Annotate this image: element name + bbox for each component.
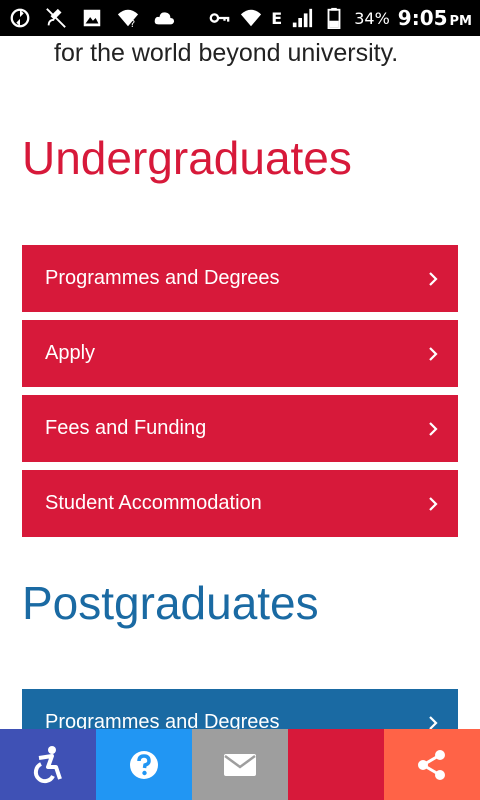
chevron-right-icon bbox=[429, 271, 438, 286]
chevron-right-icon bbox=[429, 421, 438, 436]
sync-icon bbox=[8, 6, 32, 30]
undergraduates-heading: Undergraduates bbox=[22, 132, 352, 184]
satellite-off-icon bbox=[44, 6, 68, 30]
blank-share-button[interactable] bbox=[288, 729, 384, 800]
link-label: Programmes and Degrees bbox=[45, 267, 280, 289]
vpn-key-icon bbox=[207, 6, 231, 30]
postgraduates-heading: Postgraduates bbox=[22, 577, 319, 629]
ug-fees-and-funding-link[interactable]: Fees and Funding bbox=[22, 395, 458, 462]
ug-student-accommodation-link[interactable]: Student Accommodation bbox=[22, 470, 458, 537]
ug-apply-link[interactable]: Apply bbox=[22, 320, 458, 387]
email-icon bbox=[224, 753, 256, 776]
status-bar: ? E 34% 9:05 PM bbox=[0, 0, 480, 36]
wifi-unknown-icon: ? bbox=[116, 6, 140, 30]
share-icon bbox=[418, 749, 445, 780]
clock: 9:05 PM bbox=[398, 6, 472, 30]
svg-text:?: ? bbox=[130, 19, 135, 29]
chevron-right-icon bbox=[429, 346, 438, 361]
ug-programmes-and-degrees-link[interactable]: Programmes and Degrees bbox=[22, 245, 458, 312]
battery-icon bbox=[322, 6, 346, 30]
chevron-right-icon bbox=[429, 496, 438, 511]
clock-time: 9:05 bbox=[397, 6, 448, 30]
intro-text: for the world beyond university. bbox=[54, 39, 399, 67]
wifi-icon bbox=[239, 6, 263, 30]
accessibility-icon bbox=[33, 745, 62, 783]
network-type: E bbox=[271, 8, 283, 28]
battery-percent: 34% bbox=[354, 8, 390, 28]
bottom-share-bar bbox=[0, 729, 480, 800]
email-button[interactable] bbox=[192, 729, 288, 800]
link-label: Apply bbox=[45, 342, 96, 364]
image-icon bbox=[80, 6, 104, 30]
help-button[interactable] bbox=[96, 729, 192, 800]
link-label: Fees and Funding bbox=[45, 417, 207, 439]
clock-ampm: PM bbox=[449, 14, 472, 29]
cloud-icon bbox=[152, 6, 176, 30]
signal-icon bbox=[290, 6, 314, 30]
help-icon bbox=[130, 750, 158, 779]
share-button[interactable] bbox=[384, 729, 480, 800]
system-indicators: E 34% 9:05 PM bbox=[207, 6, 472, 30]
accessibility-button[interactable] bbox=[0, 729, 96, 800]
link-label: Student Accommodation bbox=[45, 492, 262, 514]
notification-icons: ? bbox=[8, 6, 176, 30]
chevron-right-icon bbox=[429, 715, 438, 730]
